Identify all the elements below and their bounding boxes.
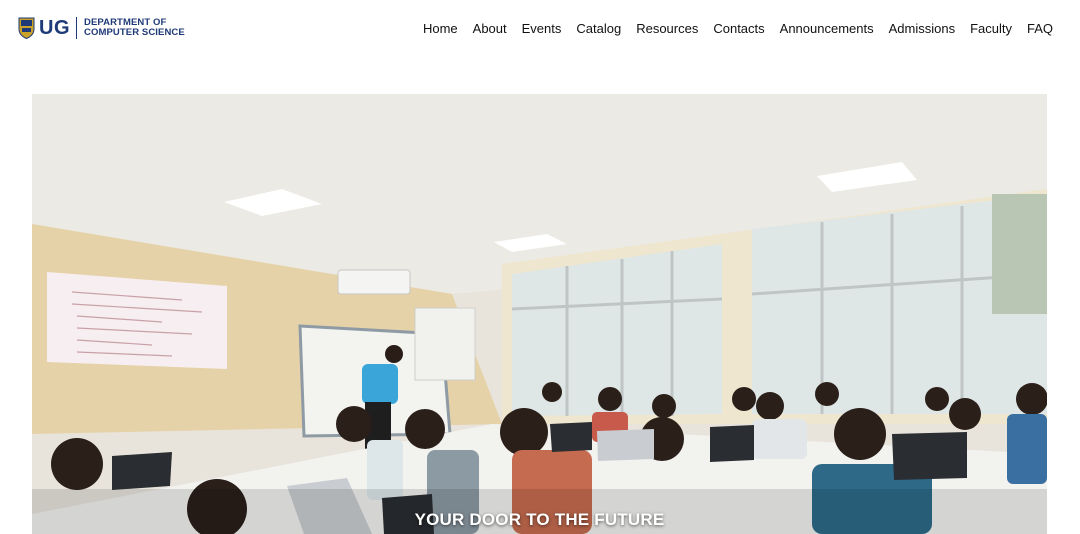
nav-contacts[interactable]: Contacts [713,21,764,37]
logo-divider [76,17,77,39]
nav-catalog[interactable]: Catalog [576,21,621,37]
department-name-line2: COMPUTER SCIENCE [84,27,185,38]
nav-resources[interactable]: Resources [636,21,698,37]
department-name: DEPARTMENT OF COMPUTER SCIENCE [84,18,185,38]
hero-caption: YOUR DOOR TO THE FUTURE [414,510,665,529]
site-header: UG DEPARTMENT OF COMPUTER SCIENCE Home A… [0,0,1080,60]
nav-events[interactable]: Events [522,21,562,37]
site-logo[interactable]: UG DEPARTMENT OF COMPUTER SCIENCE [18,14,185,42]
nav-faq[interactable]: FAQ [1027,21,1053,37]
nav-home[interactable]: Home [423,21,458,37]
nav-announcements[interactable]: Announcements [780,21,874,37]
nav-faculty[interactable]: Faculty [970,21,1012,37]
main-nav: Home About Events Catalog Resources Cont… [408,21,1053,37]
university-crest-icon [18,17,35,39]
logo-abbreviation: UG [39,17,70,39]
hero-banner: YOUR DOOR TO THE FUTURE [32,94,1047,534]
nav-admissions[interactable]: Admissions [889,21,955,37]
classroom-photo [32,94,1047,534]
nav-about[interactable]: About [473,21,507,37]
